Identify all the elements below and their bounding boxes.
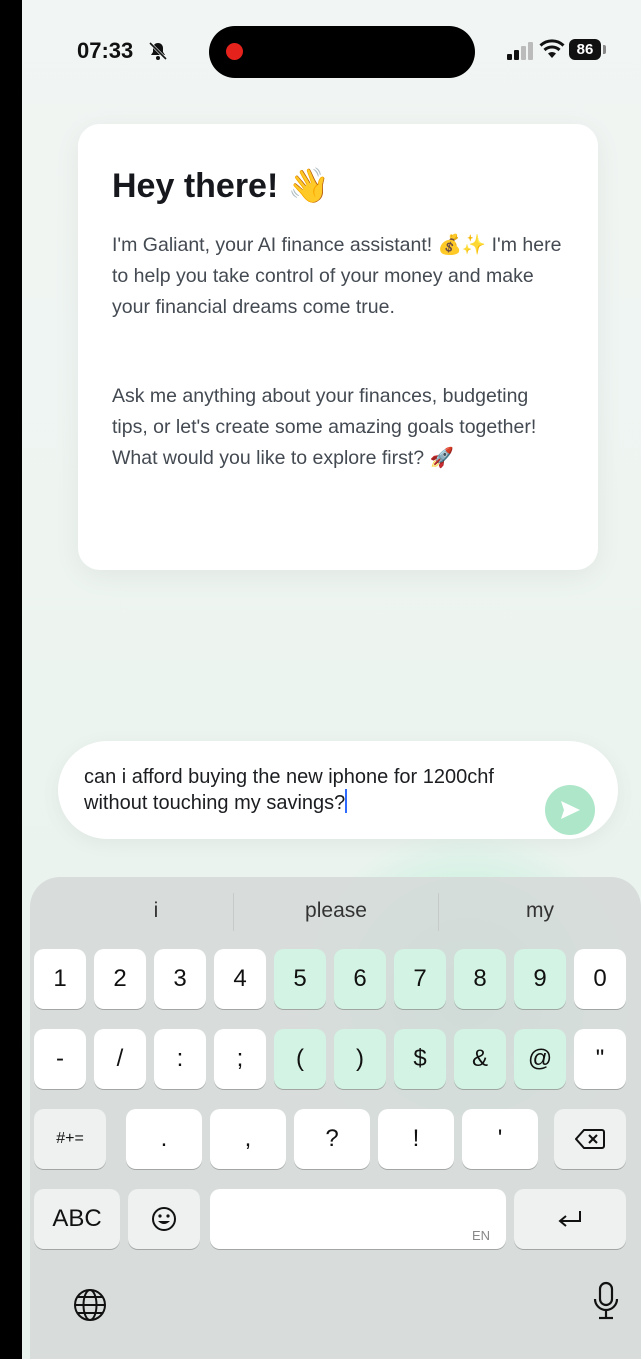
key-0[interactable]: 0 — [574, 949, 626, 1009]
message-input-container[interactable]: can i afford buying the new iphone for 1… — [58, 741, 618, 839]
abc-key[interactable]: ABC — [34, 1189, 120, 1249]
keyboard-language-label: EN — [471, 1228, 490, 1243]
text-caret — [345, 789, 348, 813]
key-comma[interactable]: , — [210, 1109, 286, 1169]
send-arrow-icon — [561, 801, 580, 819]
key-at[interactable]: @ — [514, 1029, 566, 1089]
key-hyphen[interactable]: - — [34, 1029, 86, 1089]
battery-indicator: 86 — [569, 39, 601, 60]
key-3[interactable]: 3 — [154, 949, 206, 1009]
prompt-paragraph: Ask me anything about your finances, bud… — [112, 385, 537, 469]
key-dollar[interactable]: $ — [394, 1029, 446, 1089]
key-1[interactable]: 1 — [34, 949, 86, 1009]
onscreen-keyboard: i please my 1 2 3 4 5 6 7 8 9 0 - / : ; … — [30, 877, 641, 1359]
message-input-value: can i afford buying the new iphone for 1… — [84, 766, 494, 814]
message-input[interactable]: can i afford buying the new iphone for 1… — [84, 765, 544, 815]
key-period[interactable]: . — [126, 1109, 202, 1169]
dynamic-island — [209, 26, 475, 78]
delete-backward-icon — [575, 1129, 605, 1149]
key-open-paren[interactable]: ( — [274, 1029, 326, 1089]
wifi-icon — [539, 39, 565, 58]
globe-icon[interactable] — [72, 1287, 108, 1323]
key-exclamation[interactable]: ! — [378, 1109, 454, 1169]
suggestion-divider — [438, 893, 439, 931]
key-2[interactable]: 2 — [94, 949, 146, 1009]
recording-dot — [226, 43, 243, 60]
key-question[interactable]: ? — [294, 1109, 370, 1169]
key-more-symbols-label: #+= — [56, 1130, 84, 1147]
send-button[interactable] — [545, 785, 595, 835]
key-semicolon[interactable]: ; — [214, 1029, 266, 1089]
key-6[interactable]: 6 — [334, 949, 386, 1009]
key-9[interactable]: 9 — [514, 949, 566, 1009]
key-8[interactable]: 8 — [454, 949, 506, 1009]
key-close-paren[interactable]: ) — [334, 1029, 386, 1089]
key-apostrophe[interactable]: ' — [462, 1109, 538, 1169]
key-colon[interactable]: : — [154, 1029, 206, 1089]
key-more-symbols[interactable]: #+= — [34, 1109, 106, 1169]
backspace-key[interactable] — [554, 1109, 626, 1169]
cellular-signal-icon — [507, 42, 533, 60]
key-7[interactable]: 7 — [394, 949, 446, 1009]
intro-paragraph: I'm Galiant, your AI finance assistant! … — [112, 234, 562, 318]
key-quote[interactable]: " — [574, 1029, 626, 1089]
assistant-welcome-card: Hey there! 👋 I'm Galiant, your AI financ… — [78, 124, 598, 570]
phone-screen: 07:33 86 Hey there! 👋 I'm Galiant, your … — [22, 0, 641, 1359]
return-key[interactable] — [514, 1189, 626, 1249]
suggestion-1[interactable]: i — [56, 899, 256, 923]
return-arrow-icon — [558, 1211, 581, 1227]
microphone-icon[interactable] — [592, 1281, 620, 1321]
battery-tip — [603, 45, 606, 54]
emoji-face-icon — [152, 1207, 176, 1231]
suggestion-3[interactable]: my — [440, 899, 640, 923]
space-bar[interactable]: EN — [210, 1189, 506, 1249]
suggestion-divider — [233, 893, 234, 931]
key-slash[interactable]: / — [94, 1029, 146, 1089]
emoji-key[interactable] — [128, 1189, 200, 1249]
bell-slash-icon — [148, 41, 168, 61]
card-title: Hey there! 👋 — [112, 167, 331, 205]
key-5[interactable]: 5 — [274, 949, 326, 1009]
key-4[interactable]: 4 — [214, 949, 266, 1009]
status-time: 07:33 — [77, 38, 134, 63]
key-ampersand[interactable]: & — [454, 1029, 506, 1089]
suggestion-2[interactable]: please — [236, 899, 436, 923]
